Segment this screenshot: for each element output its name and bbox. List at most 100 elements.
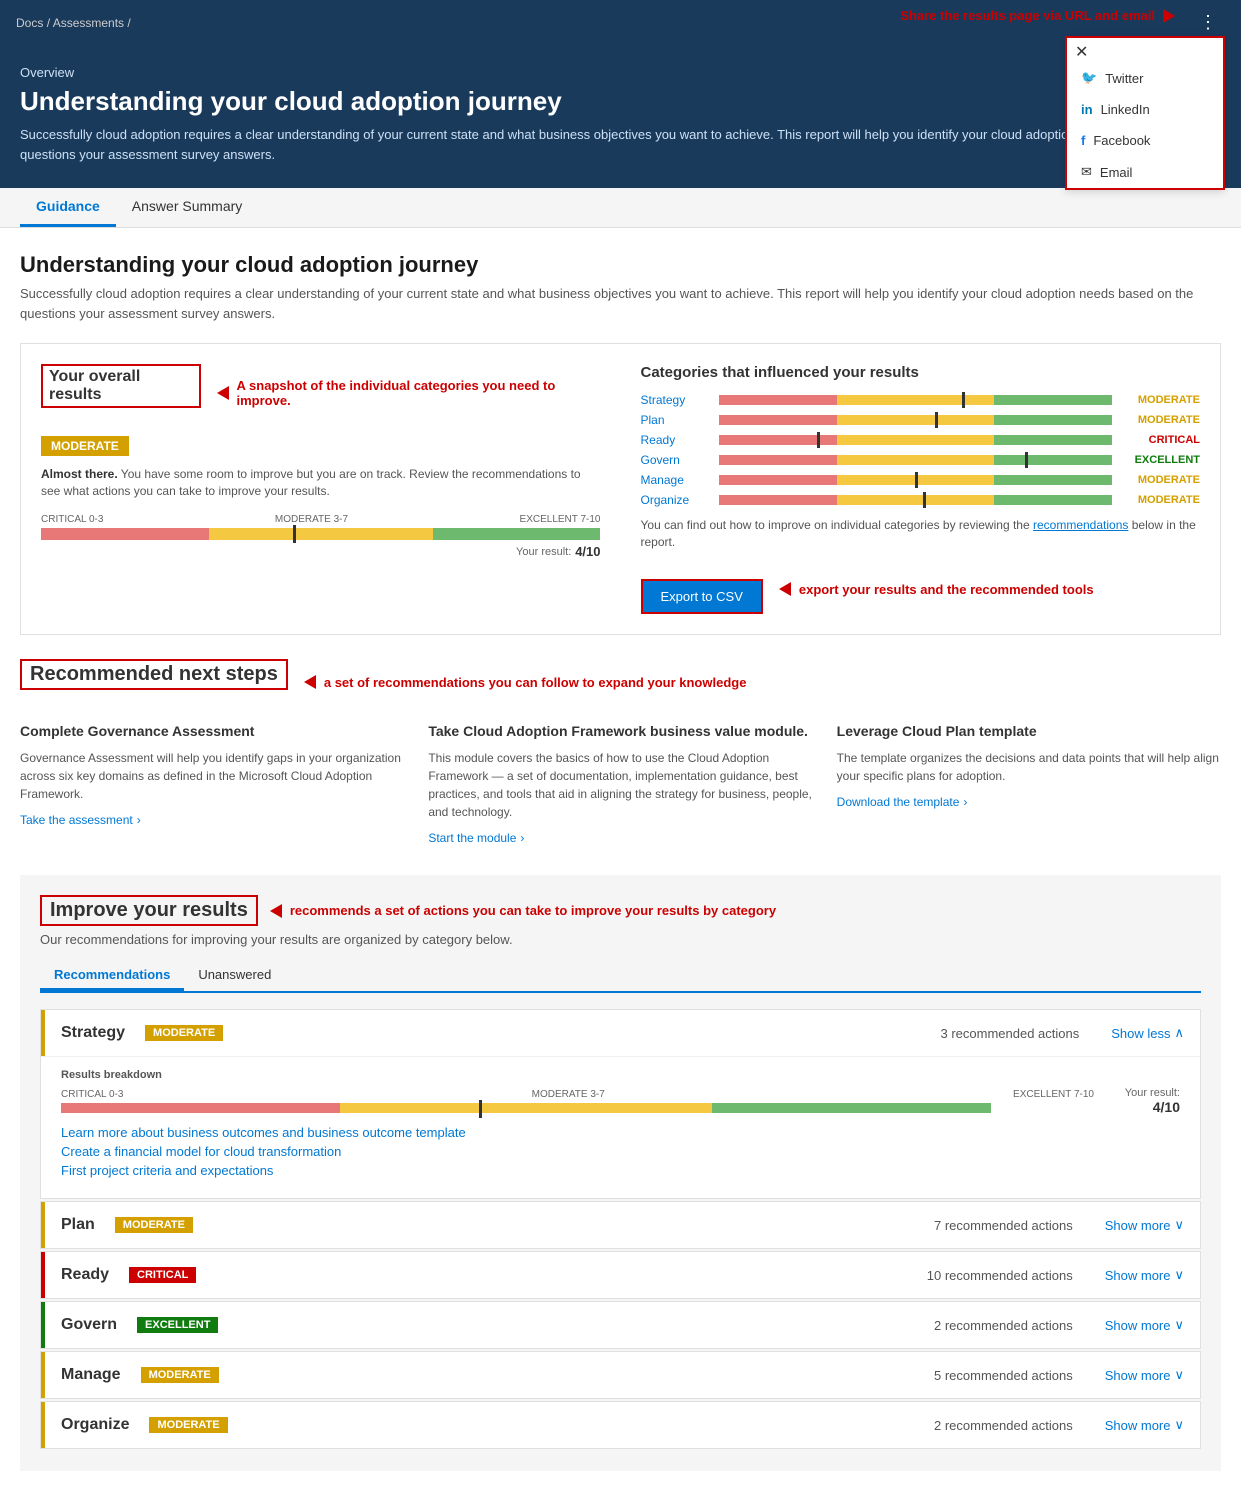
hero-subtitle: Successfully cloud adoption requires a c… — [20, 125, 1221, 164]
bar-marker — [293, 525, 296, 543]
category-item-strategy-body: Results breakdown CRITICAL 0-3 MODERATE … — [41, 1056, 1200, 1198]
recommended-arrow-icon — [304, 675, 316, 689]
breadcrumb: Docs / Assessments / — [16, 16, 131, 30]
breadcrumb-assessments[interactable]: Assessments — [53, 16, 124, 30]
category-plan-status: MODERATE — [1120, 414, 1200, 426]
top-right-area: Share the results page via URL and email… — [900, 8, 1225, 37]
scale-labels: CRITICAL 0-3 MODERATE 3-7 EXCELLENT 7-10 — [41, 514, 601, 525]
hero-title: Understanding your cloud adoption journe… — [20, 86, 1221, 117]
ready-show-more-button[interactable]: Show more ∨ — [1105, 1267, 1184, 1283]
organize-actions-count: 2 recommended actions — [934, 1418, 1073, 1433]
plan-item-name: Plan — [61, 1216, 95, 1234]
ready-item-name: Ready — [61, 1266, 109, 1284]
strategy-show-less-button[interactable]: Show less ∧ — [1111, 1025, 1184, 1041]
email-icon: ✉ — [1081, 164, 1092, 180]
ready-item-badge: CRITICAL — [129, 1267, 196, 1283]
plan-actions-count: 7 recommended actions — [934, 1218, 1073, 1233]
manage-show-more-button[interactable]: Show more ∨ — [1105, 1367, 1184, 1383]
strategy-item-badge: MODERATE — [145, 1025, 223, 1041]
strategy-breakdown-row: CRITICAL 0-3 MODERATE 3-7 EXCELLENT 7-10 — [61, 1087, 1180, 1115]
improve-section: Improve your results recommends a set of… — [20, 875, 1221, 1471]
improve-tabs: Recommendations Unanswered — [40, 961, 1201, 993]
share-button[interactable]: ⋮ — [1191, 8, 1225, 37]
category-strategy-status: MODERATE — [1120, 394, 1200, 406]
export-csv-button[interactable]: Export to CSV — [641, 579, 763, 614]
strategy-breakdown-bar: CRITICAL 0-3 MODERATE 3-7 EXCELLENT 7-10 — [61, 1089, 1094, 1113]
close-share-button[interactable]: ✕ — [1075, 42, 1088, 62]
results-right-panel: Categories that influenced your results … — [641, 364, 1201, 614]
govern-item-badge: EXCELLENT — [137, 1317, 218, 1333]
breadcrumb-docs[interactable]: Docs — [16, 16, 43, 30]
category-plan-bar — [719, 415, 1113, 425]
category-item-organize-header: Organize MODERATE 2 recommended actions … — [41, 1402, 1200, 1448]
organize-show-more-button[interactable]: Show more ∨ — [1105, 1417, 1184, 1433]
improve-tab-recommendations[interactable]: Recommendations — [40, 961, 184, 991]
linkedin-label: LinkedIn — [1101, 102, 1150, 117]
improve-heading: Improve your results — [40, 895, 258, 926]
category-manage-marker — [915, 472, 918, 488]
category-strategy-bar — [719, 395, 1113, 405]
category-item-strategy-header: Strategy MODERATE 3 recommended actions … — [41, 1010, 1200, 1056]
category-item-manage: Manage MODERATE 5 recommended actions Sh… — [40, 1351, 1201, 1399]
organize-item-badge: MODERATE — [149, 1417, 227, 1433]
step-cloud-plan: Leverage Cloud Plan template The templat… — [837, 722, 1221, 846]
manage-item-name: Manage — [61, 1366, 121, 1384]
share-arrow-icon — [1163, 9, 1175, 23]
chevron-right-icon-3: › — [963, 795, 967, 809]
category-ready-status: CRITICAL — [1120, 434, 1200, 446]
your-overall-results-heading: Your overall results — [41, 364, 201, 408]
category-govern-row: Govern EXCELLENT — [641, 453, 1201, 467]
categories-note: You can find out how to improve on indiv… — [641, 517, 1201, 551]
main-content: Understanding your cloud adoption journe… — [0, 228, 1241, 1495]
improve-tab-unanswered[interactable]: Unanswered — [184, 961, 285, 991]
govern-show-more-button[interactable]: Show more ∨ — [1105, 1317, 1184, 1333]
category-manage-bar — [719, 475, 1113, 485]
step-caf-link[interactable]: Start the module › — [428, 831, 812, 845]
chevron-down-icon-2: ∨ — [1174, 1267, 1184, 1283]
manage-item-badge: MODERATE — [141, 1367, 219, 1383]
govern-actions-count: 2 recommended actions — [934, 1318, 1073, 1333]
plan-show-more-button[interactable]: Show more ∨ — [1105, 1217, 1184, 1233]
results-annotation: A snapshot of the individual categories … — [237, 378, 601, 408]
improve-heading-row: Improve your results recommends a set of… — [40, 895, 1201, 926]
strategy-action-1[interactable]: Learn more about business outcomes and b… — [61, 1125, 1180, 1140]
category-organize-name[interactable]: Organize — [641, 493, 711, 507]
strategy-scale-labels: CRITICAL 0-3 MODERATE 3-7 EXCELLENT 7-10 — [61, 1089, 1094, 1100]
strategy-action-2[interactable]: Create a financial model for cloud trans… — [61, 1144, 1180, 1159]
step-cloud-plan-desc: The template organizes the decisions and… — [837, 749, 1221, 785]
step-governance-link[interactable]: Take the assessment › — [20, 813, 404, 827]
share-twitter-item[interactable]: 🐦 Twitter — [1067, 62, 1223, 94]
facebook-label: Facebook — [1093, 133, 1150, 148]
category-strategy-name[interactable]: Strategy — [641, 393, 711, 407]
share-linkedin-item[interactable]: in LinkedIn — [1067, 94, 1223, 125]
step-cloud-plan-link[interactable]: Download the template › — [837, 795, 1221, 809]
step-caf-title: Take Cloud Adoption Framework business v… — [428, 722, 812, 742]
category-govern-name[interactable]: Govern — [641, 453, 711, 467]
step-governance: Complete Governance Assessment Governanc… — [20, 722, 404, 846]
scale-bar — [41, 528, 601, 540]
tab-guidance[interactable]: Guidance — [20, 188, 116, 227]
category-item-plan-header: Plan MODERATE 7 recommended actions Show… — [41, 1202, 1200, 1248]
bar-moderate — [209, 528, 433, 540]
share-facebook-item[interactable]: f Facebook — [1067, 125, 1223, 156]
step-governance-desc: Governance Assessment will help you iden… — [20, 749, 404, 803]
recommendations-link[interactable]: recommendations — [1033, 518, 1128, 532]
strategy-item-name: Strategy — [61, 1024, 125, 1042]
category-item-govern: Govern EXCELLENT 2 recommended actions S… — [40, 1301, 1201, 1349]
category-ready-name[interactable]: Ready — [641, 433, 711, 447]
chevron-down-icon: ∨ — [1174, 1217, 1184, 1233]
bar-excellent — [433, 528, 601, 540]
tab-bar: Guidance Answer Summary — [0, 188, 1241, 228]
share-annotation-label: Share the results page via URL and email — [900, 8, 1175, 23]
category-plan-name[interactable]: Plan — [641, 413, 711, 427]
linkedin-icon: in — [1081, 102, 1093, 117]
tab-answer-summary[interactable]: Answer Summary — [116, 188, 258, 227]
overview-link[interactable]: Overview — [20, 65, 1221, 80]
govern-item-name: Govern — [61, 1316, 117, 1334]
strategy-action-3[interactable]: First project criteria and expectations — [61, 1163, 1180, 1178]
hero-section: Overview Understanding your cloud adopti… — [0, 45, 1241, 188]
category-manage-name[interactable]: Manage — [641, 473, 711, 487]
share-email-item[interactable]: ✉ Email — [1067, 156, 1223, 188]
category-organize-status: MODERATE — [1120, 494, 1200, 506]
results-left-panel: Your overall results A snapshot of the i… — [41, 364, 601, 614]
